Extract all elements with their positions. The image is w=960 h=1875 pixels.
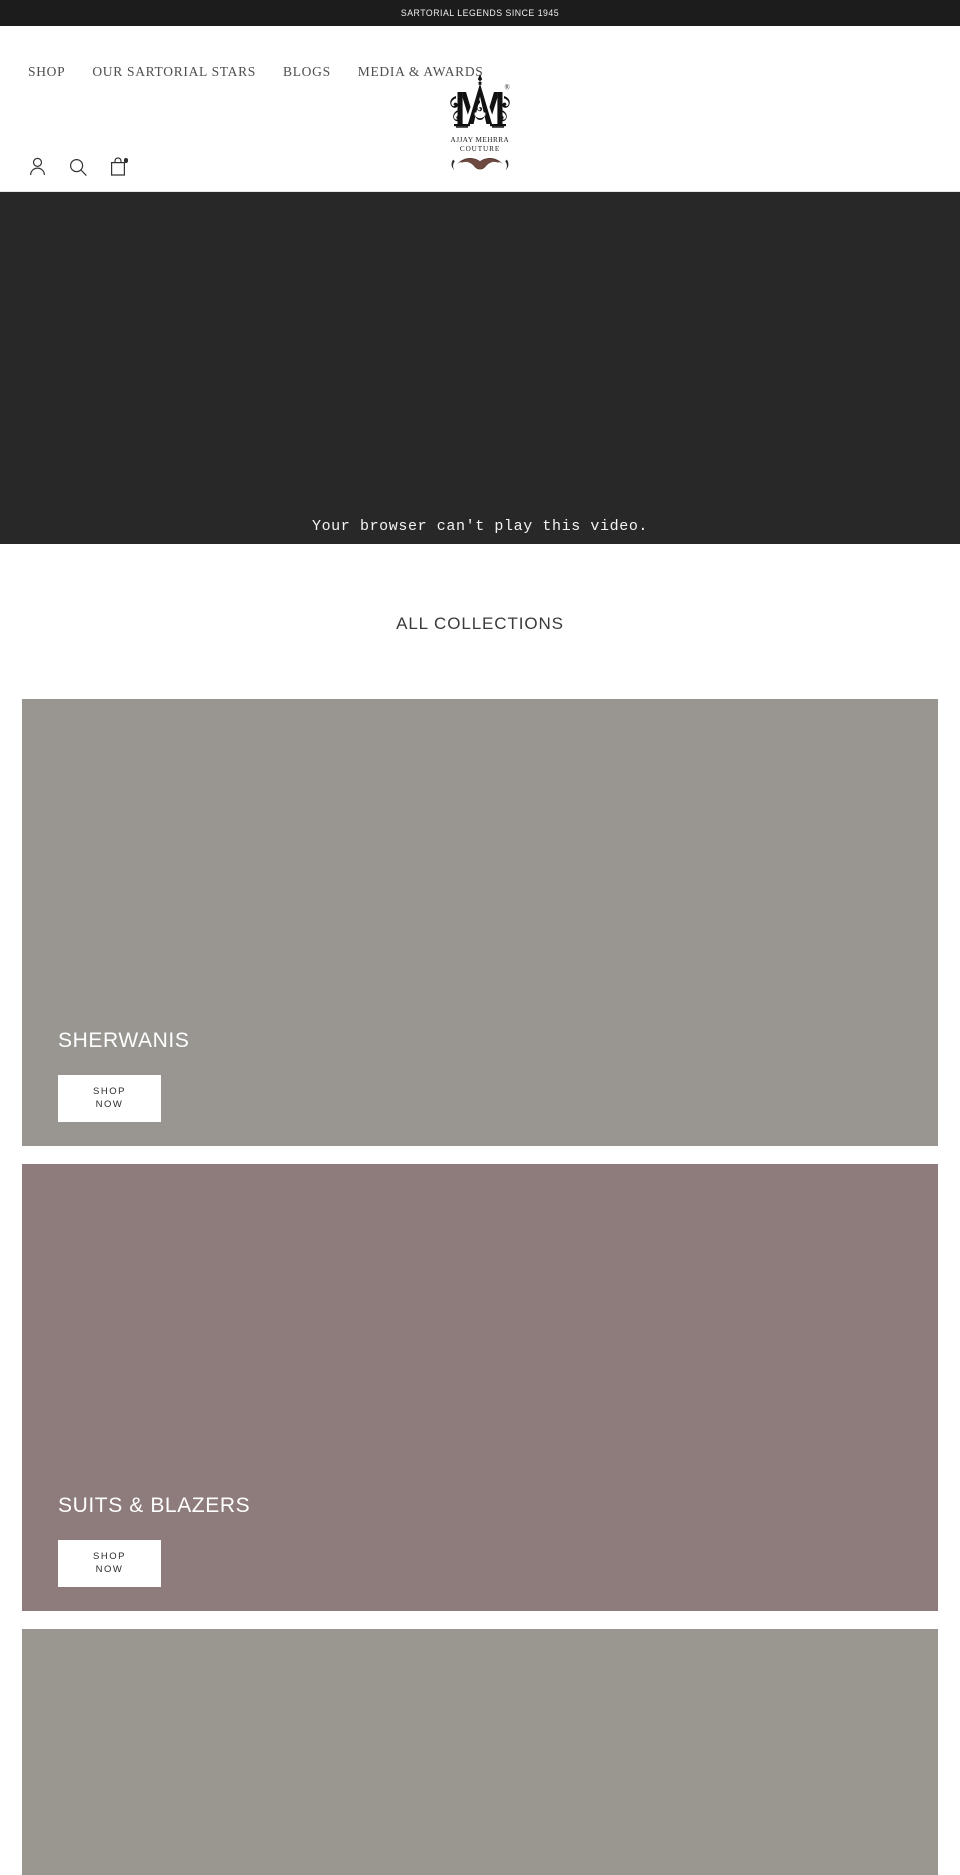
page-title: ALL COLLECTIONS [396,614,564,633]
nav-item-our-sartorial-stars[interactable]: OUR SARTORIAL STARS [92,64,256,80]
site-logo[interactable]: ® AJJAY MEHRRA COUTURE [420,72,540,173]
shop-now-line1: SHOP [93,1086,126,1098]
announcement-text: SARTORIAL LEGENDS SINCE 1945 [400,7,560,19]
moustache-icon [451,157,509,171]
collection-card-title: SHERWANIS [58,1029,190,1052]
nav-item-shop[interactable]: SHOP [28,64,65,80]
shop-now-button[interactable]: SHOP NOW [58,1540,161,1587]
video-fallback-message: Your browser can't play this video. [311,518,649,535]
am-monogram-icon: ® [450,74,511,128]
header-icon-group [28,156,128,177]
registered-mark: ® [505,84,511,92]
shop-now-line2: NOW [95,1098,124,1110]
collection-card-list: SHERWANIS SHOP NOW SUITS & BLAZERS SHOP … [0,699,960,1875]
shop-now-line2: NOW [95,1563,124,1575]
announcement-bar: SARTORIAL LEGENDS SINCE 1945 [0,0,960,26]
collection-card-suits-and-blazers[interactable]: SUITS & BLAZERS SHOP NOW [22,1164,938,1611]
collections-section: ALL COLLECTIONS SHERWANIS SHOP NOW SUITS… [0,544,960,1875]
main-navigation: SHOP OUR SARTORIAL STARS BLOGS MEDIA & A… [28,64,484,80]
nav-item-blogs[interactable]: BLOGS [283,64,331,80]
search-icon[interactable] [68,156,87,177]
cart-icon[interactable] [108,156,128,177]
shop-now-line1: SHOP [93,1551,126,1563]
collection-card-third[interactable] [22,1629,938,1875]
hero-video-block[interactable]: Your browser can't play this video. [0,192,960,544]
account-icon[interactable] [28,156,47,177]
site-header: SHOP OUR SARTORIAL STARS BLOGS MEDIA & A… [0,26,960,192]
shop-now-button[interactable]: SHOP NOW [58,1075,161,1122]
collection-card-title: SUITS & BLAZERS [58,1494,251,1517]
cart-badge-dot [123,158,128,163]
collection-card-sherwanis[interactable]: SHERWANIS SHOP NOW [22,699,938,1146]
logo-subtitle: COUTURE [459,145,501,153]
logo-name: AJJAY MEHRRA [450,135,510,144]
